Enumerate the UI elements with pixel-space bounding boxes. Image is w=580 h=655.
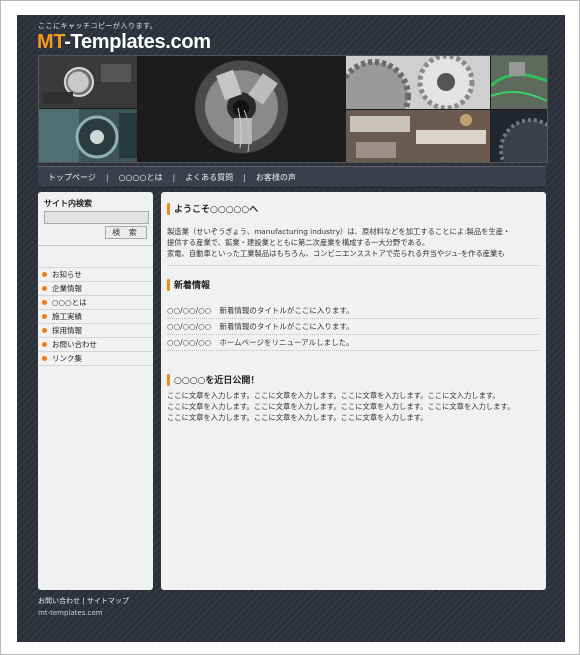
footer-link-contact[interactable]: お問い合わせ	[38, 597, 80, 605]
bullet-icon	[42, 328, 47, 333]
news-list: ○○/○○/○○ 新着情報のタイトルがここに入ります。 ○○/○○/○○ 新着情報の…	[167, 303, 539, 351]
header-photo-cables	[491, 56, 547, 109]
logo-text: -Templates.com	[64, 31, 211, 53]
main-content: ようこそ○○○○○へ 製造業（せいぞうぎょう、manufacturing ind…	[161, 192, 546, 590]
news-item[interactable]: ○○/○○/○○ 新着情報のタイトルがここに入ります。	[167, 303, 539, 319]
page-background: ここにキャッチコピーが入ります。 MT-Templates.com トップページ…	[17, 15, 565, 642]
header-photo-dark-gear	[491, 110, 547, 162]
bullet-icon	[42, 300, 47, 305]
sidebar-menu: お知らせ 企業情報 ○○○とは 施工実績 採用情報 お問い合わせ リンク集	[38, 267, 153, 366]
outer-frame: ここにキャッチコピーが入ります。 MT-Templates.com トップページ…	[0, 0, 580, 655]
bullet-icon	[42, 314, 47, 319]
sidebar-item-label: 施工実績	[52, 312, 82, 321]
sidebar-item-news[interactable]: お知らせ	[38, 267, 153, 282]
news-item[interactable]: ○○/○○/○○ 新着情報のタイトルがここに入ります。	[167, 319, 539, 335]
header-photo-gears	[346, 56, 490, 109]
footer-site-name: mt-templates.com	[38, 609, 103, 617]
news-date: ○○/○○/○○	[167, 338, 212, 347]
nav-item-faq[interactable]: よくある質問	[175, 172, 243, 183]
footer-link-sitemap[interactable]: サイトマップ	[87, 597, 129, 605]
sidebar-item-contact[interactable]: お問い合わせ	[38, 338, 153, 352]
soon-heading-text: ○○○○を近日公開！	[174, 376, 260, 386]
site-logo[interactable]: MT-Templates.com	[37, 31, 211, 53]
sidebar-item-label: リンク集	[52, 354, 82, 363]
heading-bar-icon	[167, 278, 170, 291]
news-date: ○○/○○/○○	[167, 306, 212, 315]
news-item[interactable]: ○○/○○/○○ ホームページをリニューアルしました。	[167, 335, 539, 351]
global-nav: トップページ | ○○○○とは | よくある質問 | お客様の声	[38, 166, 546, 188]
section-divider	[167, 265, 539, 266]
sidebar-item-company[interactable]: 企業情報	[38, 282, 153, 296]
sidebar-item-about[interactable]: ○○○とは	[38, 296, 153, 310]
news-title: 新着情報のタイトルがここに入ります。	[219, 306, 354, 315]
bullet-icon	[42, 356, 47, 361]
footer-separator: |	[82, 597, 85, 605]
bullet-icon	[42, 272, 47, 277]
sidebar-item-links[interactable]: リンク集	[38, 352, 153, 366]
soon-line: ここに文章を入力します。ここに文章を入力します。ここに文章を入力します。ここに文…	[167, 402, 515, 411]
logo-accent: MT	[37, 31, 65, 53]
nav-item-top[interactable]: トップページ	[38, 172, 106, 183]
sidebar-item-label: お知らせ	[52, 270, 82, 279]
heading-bar-icon	[167, 202, 170, 215]
footer-links: お問い合わせ | サイトマップ	[38, 596, 129, 606]
sidebar: サイト内検索 検 索 お知らせ 企業情報 ○○○とは 施工実績 採用情報 お問い…	[38, 192, 153, 590]
sidebar-item-label: お問い合わせ	[52, 340, 97, 349]
welcome-line: 家電、自動車といった工業製品はもちろん、コンビニエンスストアで売られる弁当やジュ…	[167, 249, 505, 258]
sidebar-item-label: 採用情報	[52, 326, 82, 335]
header-image	[38, 55, 548, 163]
welcome-heading-text: ようこそ○○○○○へ	[174, 205, 259, 215]
header-photo-chuck	[138, 56, 345, 162]
welcome-heading: ようこそ○○○○○へ	[167, 202, 258, 215]
soon-line: ここに文章を入力します。ここに文章を入力します。ここに文章を入力します。ここに文…	[167, 391, 500, 400]
sidebar-item-works[interactable]: 施工実績	[38, 310, 153, 324]
sidebar-divider	[38, 245, 153, 246]
search-button[interactable]: 検 索	[105, 226, 147, 239]
welcome-line: 製造業（せいぞうぎょう、manufacturing industry）は、原材料…	[167, 227, 511, 236]
welcome-line: 提供する産業で、鉱業・建設業とともに第二次産業を構成する一大分野である。	[167, 238, 430, 247]
news-heading: 新着情報	[167, 278, 210, 291]
sidebar-item-label: ○○○とは	[52, 298, 87, 307]
nav-item-voice[interactable]: お客様の声	[246, 172, 306, 183]
header-photo-gauge	[39, 56, 137, 108]
nav-item-about[interactable]: ○○○○とは	[109, 172, 173, 183]
news-heading-text: 新着情報	[174, 281, 211, 291]
search-title: サイト内検索	[44, 199, 92, 208]
header-photo-machine	[39, 109, 137, 162]
news-title: ホームページをリニューアルしました。	[219, 338, 354, 347]
welcome-text: 製造業（せいぞうぎょう、manufacturing industry）は、原材料…	[167, 226, 542, 259]
soon-text: ここに文章を入力します。ここに文章を入力します。ここに文章を入力します。ここに文…	[167, 390, 542, 423]
catch-copy: ここにキャッチコピーが入ります。	[38, 22, 158, 30]
sidebar-item-label: 企業情報	[52, 284, 82, 293]
bullet-icon	[42, 286, 47, 291]
sidebar-item-recruit[interactable]: 採用情報	[38, 324, 153, 338]
heading-bar-icon	[167, 373, 170, 386]
header-photo-parts	[346, 110, 490, 162]
news-date: ○○/○○/○○	[167, 322, 212, 331]
news-title: 新着情報のタイトルがここに入ります。	[219, 322, 354, 331]
bullet-icon	[42, 342, 47, 347]
soon-line: ここに文章を入力します。ここに文章を入力します。ここに文章を入力します。	[167, 413, 428, 422]
search-input[interactable]	[44, 211, 149, 224]
soon-heading: ○○○○を近日公開！	[167, 373, 259, 386]
